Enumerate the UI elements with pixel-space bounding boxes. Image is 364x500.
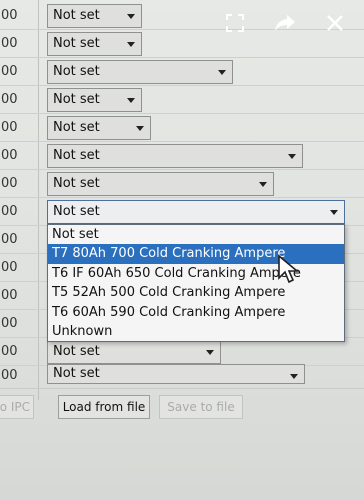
battery-type-select[interactable]: Not set bbox=[47, 116, 151, 140]
dropdown-option[interactable]: Unknown bbox=[48, 322, 344, 341]
chevron-down-icon[interactable] bbox=[290, 374, 298, 379]
row-value: 00 bbox=[1, 316, 18, 331]
row-value: 00 bbox=[1, 232, 18, 247]
save-to-file-button[interactable]: Save to file bbox=[159, 395, 243, 419]
chevron-down-icon[interactable] bbox=[206, 350, 214, 355]
battery-type-select[interactable]: Not set bbox=[47, 144, 303, 168]
battery-type-select[interactable]: Not set bbox=[47, 88, 142, 112]
chevron-down-icon[interactable] bbox=[136, 126, 144, 131]
row-value: 00 bbox=[1, 36, 18, 51]
dropdown-option[interactable]: T6 IF 60Ah 650 Cold Cranking Ampere bbox=[48, 264, 344, 283]
chevron-down-icon[interactable] bbox=[127, 98, 135, 103]
fullscreen-icon[interactable] bbox=[220, 8, 250, 38]
select-value: Not set bbox=[53, 64, 100, 79]
chevron-down-icon[interactable] bbox=[330, 210, 338, 215]
chevron-down-icon[interactable] bbox=[259, 182, 267, 187]
select-value: Not set bbox=[53, 36, 100, 51]
write-to-ipc-button[interactable]: o IPC bbox=[0, 395, 34, 419]
battery-type-select[interactable]: Not set bbox=[47, 340, 221, 364]
battery-type-select[interactable]: Not set bbox=[47, 364, 305, 384]
row-value: 00 bbox=[1, 368, 18, 383]
row-value: 00 bbox=[1, 260, 18, 275]
battery-type-select[interactable]: Not set bbox=[47, 60, 233, 84]
row-value: 00 bbox=[1, 120, 18, 135]
chevron-down-icon[interactable] bbox=[218, 70, 226, 75]
battery-config-panel: 00 Not set 00 Not set 00 Not set 00 Not … bbox=[0, 0, 364, 500]
dropdown-option[interactable]: T6 60Ah 590 Cold Cranking Ampere bbox=[48, 303, 344, 322]
select-value: Not set bbox=[53, 176, 100, 191]
row-value: 00 bbox=[1, 344, 18, 359]
select-value: Not set bbox=[53, 120, 100, 135]
row-value: 00 bbox=[1, 288, 18, 303]
config-row: 00 Not set bbox=[0, 362, 364, 390]
row-value: 00 bbox=[1, 204, 18, 219]
select-value: Not set bbox=[53, 8, 100, 23]
battery-type-dropdown-list[interactable]: Not set T7 80Ah 700 Cold Cranking Ampere… bbox=[47, 224, 345, 342]
load-from-file-button[interactable]: Load from file bbox=[58, 395, 150, 419]
select-value: Not set bbox=[53, 366, 100, 381]
dropdown-option[interactable]: Not set bbox=[48, 225, 344, 244]
config-row: 00 Not set bbox=[0, 58, 364, 86]
share-icon[interactable] bbox=[270, 8, 300, 38]
mouse-pointer-icon bbox=[277, 254, 300, 290]
config-row: 00 Not set bbox=[0, 198, 364, 226]
select-value: Not set bbox=[53, 92, 100, 107]
viewer-toolbar bbox=[220, 8, 360, 38]
battery-type-select[interactable]: Not set bbox=[47, 32, 142, 56]
config-row: 00 Not set bbox=[0, 86, 364, 114]
config-row: 00 Not set bbox=[0, 114, 364, 142]
select-value: Not set bbox=[53, 148, 100, 163]
battery-type-select-open[interactable]: Not set bbox=[47, 200, 345, 224]
action-bar: o IPC Load from file Save to file bbox=[0, 388, 364, 424]
close-icon[interactable] bbox=[320, 8, 350, 38]
chevron-down-icon[interactable] bbox=[127, 42, 135, 47]
dropdown-option[interactable]: T5 52Ah 500 Cold Cranking Ampere bbox=[48, 283, 344, 302]
row-value: 00 bbox=[1, 176, 18, 191]
config-row: 00 Not set bbox=[0, 170, 364, 198]
battery-type-select[interactable]: Not set bbox=[47, 172, 274, 196]
dropdown-option-selected[interactable]: T7 80Ah 700 Cold Cranking Ampere bbox=[48, 244, 344, 264]
config-row: 00 Not set bbox=[0, 142, 364, 170]
row-value: 00 bbox=[1, 64, 18, 79]
row-value: 00 bbox=[1, 148, 18, 163]
row-value: 00 bbox=[1, 8, 18, 23]
chevron-down-icon[interactable] bbox=[127, 14, 135, 19]
row-value: 00 bbox=[1, 92, 18, 107]
battery-type-select[interactable]: Not set bbox=[47, 4, 142, 28]
select-value: Not set bbox=[53, 204, 100, 219]
select-value: Not set bbox=[53, 344, 100, 359]
chevron-down-icon[interactable] bbox=[288, 154, 296, 159]
